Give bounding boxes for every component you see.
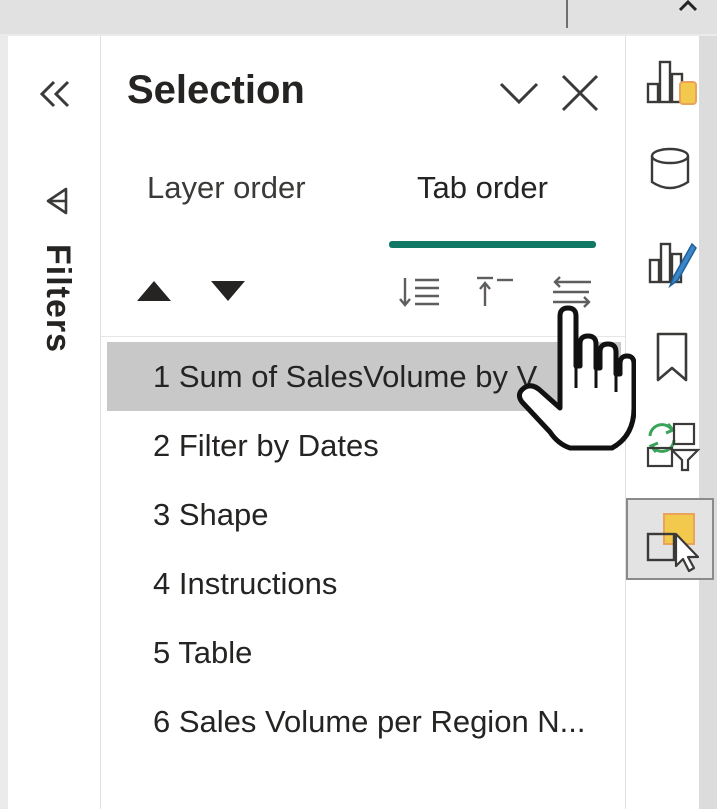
hand-cursor-icon bbox=[516, 305, 636, 451]
move-down-icon[interactable] bbox=[209, 278, 247, 304]
list-item[interactable]: 3 Shape bbox=[107, 480, 621, 549]
close-icon[interactable] bbox=[557, 70, 603, 116]
toolbar-edge bbox=[699, 36, 717, 809]
move-up-icon[interactable] bbox=[135, 278, 173, 304]
pane-title: Selection bbox=[127, 68, 305, 112]
sync-slicers-icon[interactable] bbox=[644, 418, 700, 474]
filter-icon bbox=[46, 187, 68, 215]
active-tab-indicator bbox=[389, 241, 596, 248]
data-icon[interactable] bbox=[644, 142, 700, 198]
tab-layer-order[interactable]: Layer order bbox=[147, 170, 306, 206]
expand-pane-icon[interactable] bbox=[36, 78, 74, 110]
list-item[interactable]: 4 Instructions bbox=[107, 549, 621, 618]
top-strip bbox=[0, 0, 717, 34]
chevron-down-icon[interactable] bbox=[495, 74, 543, 110]
right-toolbar bbox=[626, 36, 717, 809]
move-to-top-icon[interactable] bbox=[471, 272, 517, 312]
filters-label[interactable]: Filters bbox=[38, 244, 77, 353]
bookmark-icon[interactable] bbox=[644, 330, 700, 386]
divider bbox=[566, 0, 568, 28]
selection-icon[interactable] bbox=[626, 498, 714, 580]
sort-order-icon[interactable] bbox=[397, 272, 443, 312]
selection-pane-icon bbox=[646, 513, 700, 573]
list-item[interactable]: 6 Sales Volume per Region N... bbox=[107, 687, 621, 756]
format-visual-icon[interactable] bbox=[644, 236, 700, 292]
build-visual-icon[interactable] bbox=[644, 54, 700, 110]
filters-pane: Filters bbox=[8, 36, 101, 809]
caret-icon[interactable] bbox=[676, 0, 700, 16]
tab-tab-order[interactable]: Tab order bbox=[417, 170, 548, 206]
list-item[interactable]: 5 Table bbox=[107, 618, 621, 687]
